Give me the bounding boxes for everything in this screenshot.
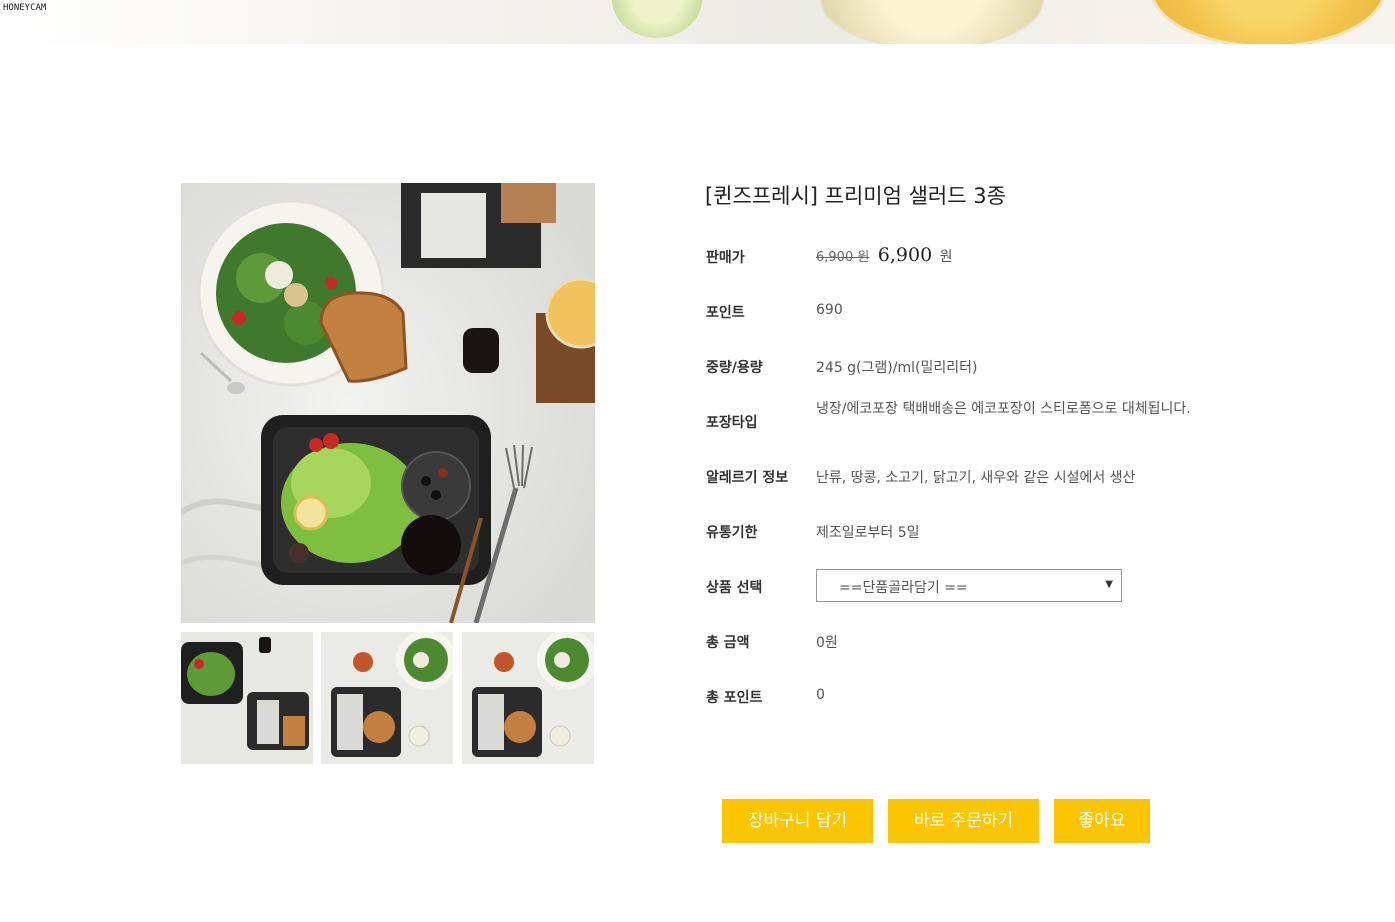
weight-label: 중량/용량 xyxy=(706,360,763,376)
sale-price: 6,900 xyxy=(877,244,933,266)
total-value: 0원 xyxy=(816,635,838,651)
thumbnail-1[interactable] xyxy=(181,632,313,764)
total-point-label: 총 포인트 xyxy=(706,690,763,706)
thumbnail-3[interactable] xyxy=(462,632,594,764)
allergy-value: 난류, 땅콩, 소고기, 닭고기, 새우와 같은 시설에서 생산 xyxy=(816,470,1136,486)
dropdown-arrow-icon: ▼ xyxy=(1105,579,1113,590)
order-now-button[interactable]: 바로 주문하기 xyxy=(888,799,1039,843)
point-label: 포인트 xyxy=(706,305,745,321)
option-select[interactable]: ==단품골라담기 == ▼ xyxy=(816,569,1122,602)
allergy-label: 알레르기 정보 xyxy=(706,470,789,486)
top-banner-image xyxy=(0,0,1395,44)
jar-image xyxy=(820,0,1044,44)
weight-value: 245 g(그램)/ml(밀리리터) xyxy=(816,360,978,376)
product-title: [퀸즈프레시] 프리미엄 샐러드 3종 xyxy=(705,184,1006,208)
package-label: 포장타입 xyxy=(706,415,758,431)
thumbnail-2[interactable] xyxy=(321,632,453,764)
price-unit: 원 xyxy=(939,249,953,265)
total-label: 총 금액 xyxy=(706,635,750,651)
add-to-cart-button[interactable]: 장바구니 담기 xyxy=(722,799,873,843)
cucumber-slice xyxy=(612,0,702,38)
juice-jar-image xyxy=(1150,0,1386,44)
product-main-image xyxy=(181,183,595,623)
option-selected-value: ==단품골라담기 == xyxy=(839,580,968,596)
price-value: 6,900 원 6,900 원 xyxy=(816,244,953,266)
expiry-value: 제조일로부터 5일 xyxy=(816,525,920,541)
point-value: 690 xyxy=(816,302,843,318)
watermark: HONEYCAM xyxy=(3,3,47,13)
package-value: 냉장/에코포장 택배배송은 에코포장이 스티로폼으로 대체됩니다. xyxy=(816,401,1191,417)
original-price: 6,900 원 xyxy=(816,250,870,265)
price-label: 판매가 xyxy=(706,250,745,266)
like-button[interactable]: 좋아요 xyxy=(1054,799,1150,843)
expiry-label: 유통기한 xyxy=(706,525,758,541)
option-label: 상품 선택 xyxy=(706,580,763,596)
total-point-value: 0 xyxy=(816,687,825,703)
